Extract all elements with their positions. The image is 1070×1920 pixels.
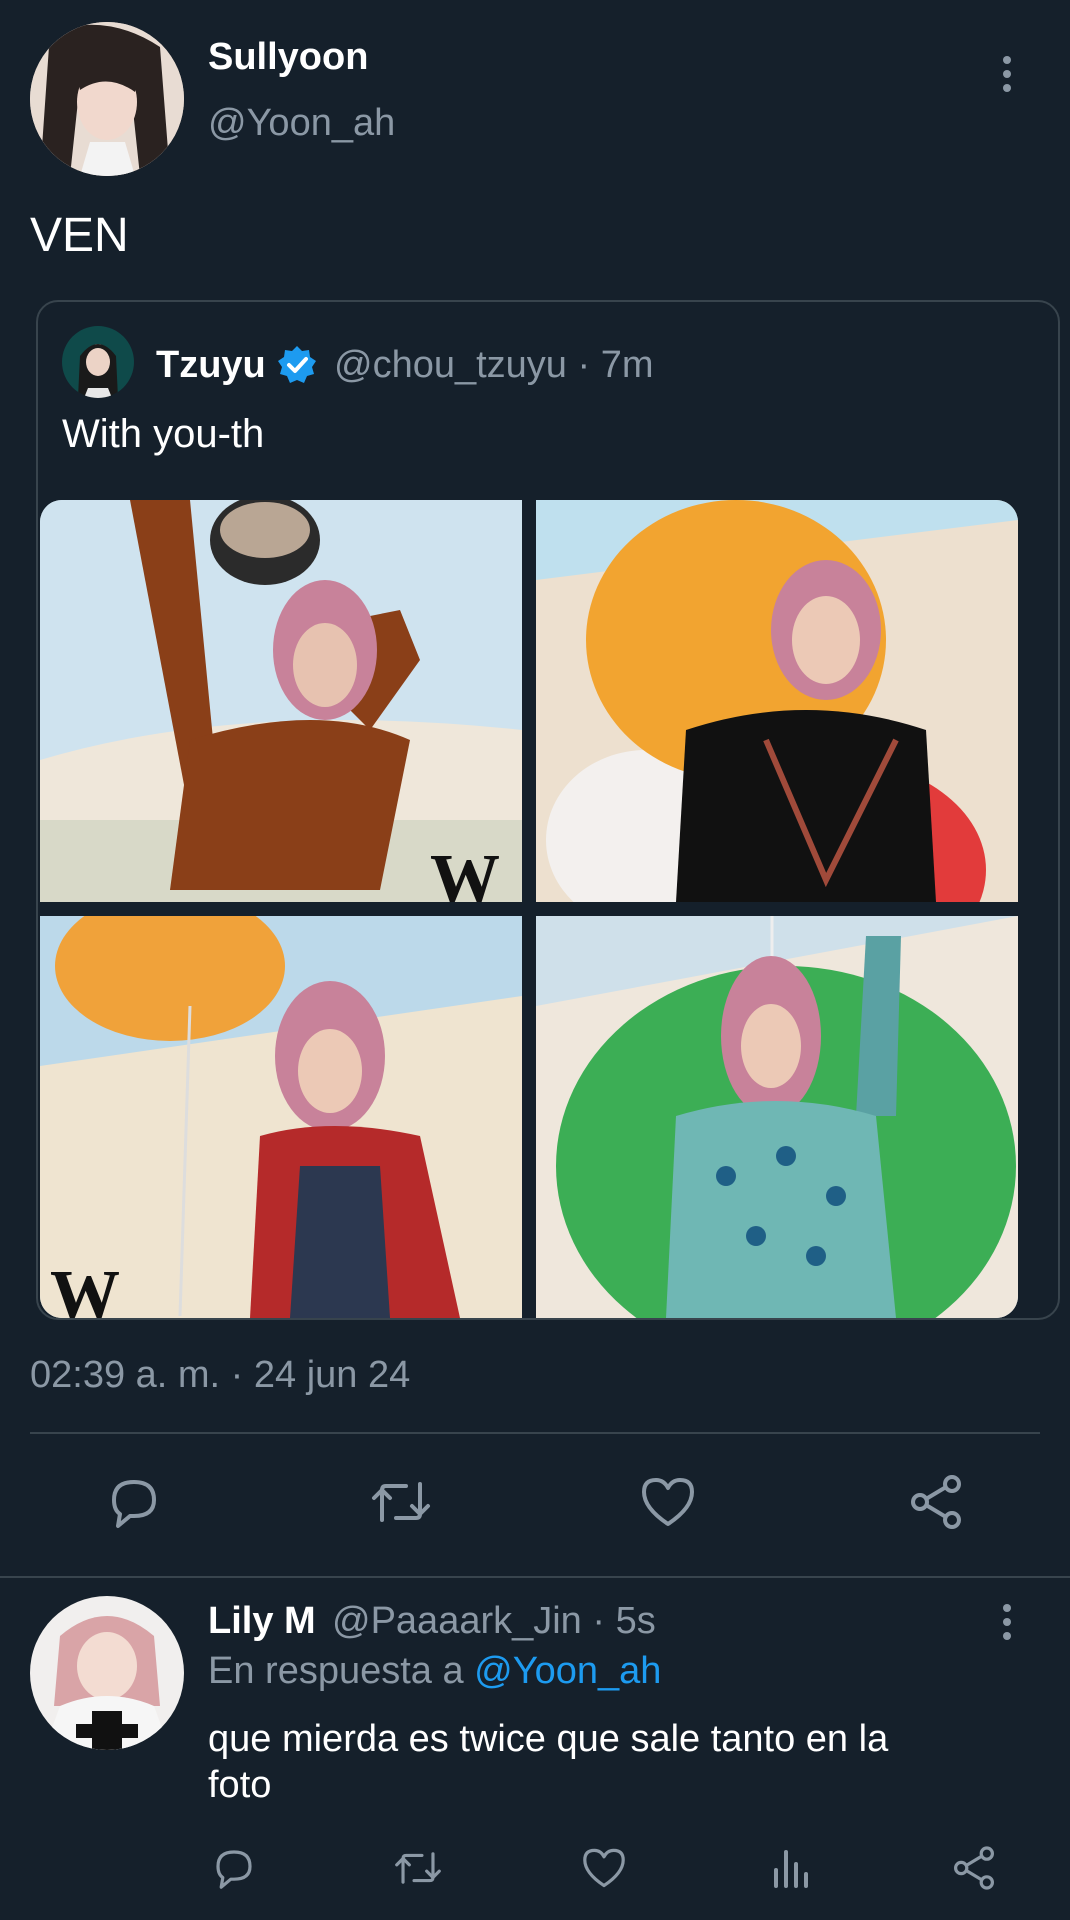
quoted-author-display-name[interactable]: Tzuyu: [156, 344, 266, 387]
photo-1[interactable]: W: [40, 500, 522, 902]
replying-to-mention[interactable]: @Yoon_ah: [474, 1650, 661, 1692]
share-icon[interactable]: [906, 1472, 966, 1532]
reply-retweet-icon[interactable]: [392, 1844, 444, 1892]
like-icon[interactable]: [638, 1472, 698, 1532]
tweet-text: VEN: [30, 209, 129, 262]
verified-badge-icon: [276, 344, 318, 386]
reply-author-display-name[interactable]: Lily M: [208, 1600, 316, 1643]
views-icon[interactable]: [766, 1844, 814, 1892]
author-avatar[interactable]: [30, 22, 184, 176]
svg-text:W: W: [430, 841, 500, 902]
reply-reply-icon[interactable]: [210, 1844, 258, 1892]
more-options-icon[interactable]: [1002, 56, 1012, 92]
reply-like-icon[interactable]: [580, 1844, 628, 1892]
tweet-timestamp[interactable]: 02:39 a. m. · 24 jun 24: [30, 1354, 410, 1397]
replying-to-line: En respuesta a @Yoon_ah: [208, 1650, 661, 1693]
quoted-author-avatar[interactable]: [62, 326, 134, 398]
author-handle[interactable]: @Yoon_ah: [208, 102, 395, 145]
quoted-handle-time[interactable]: @chou_tzuyu · 7m: [334, 344, 654, 387]
photo-4[interactable]: [536, 916, 1018, 1318]
replying-to-prefix: En respuesta a: [208, 1650, 475, 1692]
divider: [30, 1432, 1040, 1434]
retweet-icon[interactable]: [368, 1472, 434, 1532]
photo-3[interactable]: W: [40, 916, 522, 1318]
reply-text-line-2: foto: [208, 1764, 272, 1806]
svg-text:W: W: [50, 1257, 120, 1318]
section-divider: [0, 1576, 1070, 1578]
author-display-name[interactable]: Sullyoon: [208, 36, 368, 79]
quoted-tweet-text: With you-th: [62, 412, 265, 456]
photo-2[interactable]: [536, 500, 1018, 902]
reply-share-icon[interactable]: [950, 1844, 998, 1892]
reply-text-line-1: que mierda es twice que sale tanto en la: [208, 1718, 889, 1760]
reply-author-avatar[interactable]: [30, 1596, 184, 1750]
reply-icon[interactable]: [104, 1472, 164, 1532]
reply-more-options-icon[interactable]: [1002, 1604, 1012, 1640]
reply-handle-time[interactable]: @Paaaark_Jin · 5s: [332, 1600, 656, 1643]
